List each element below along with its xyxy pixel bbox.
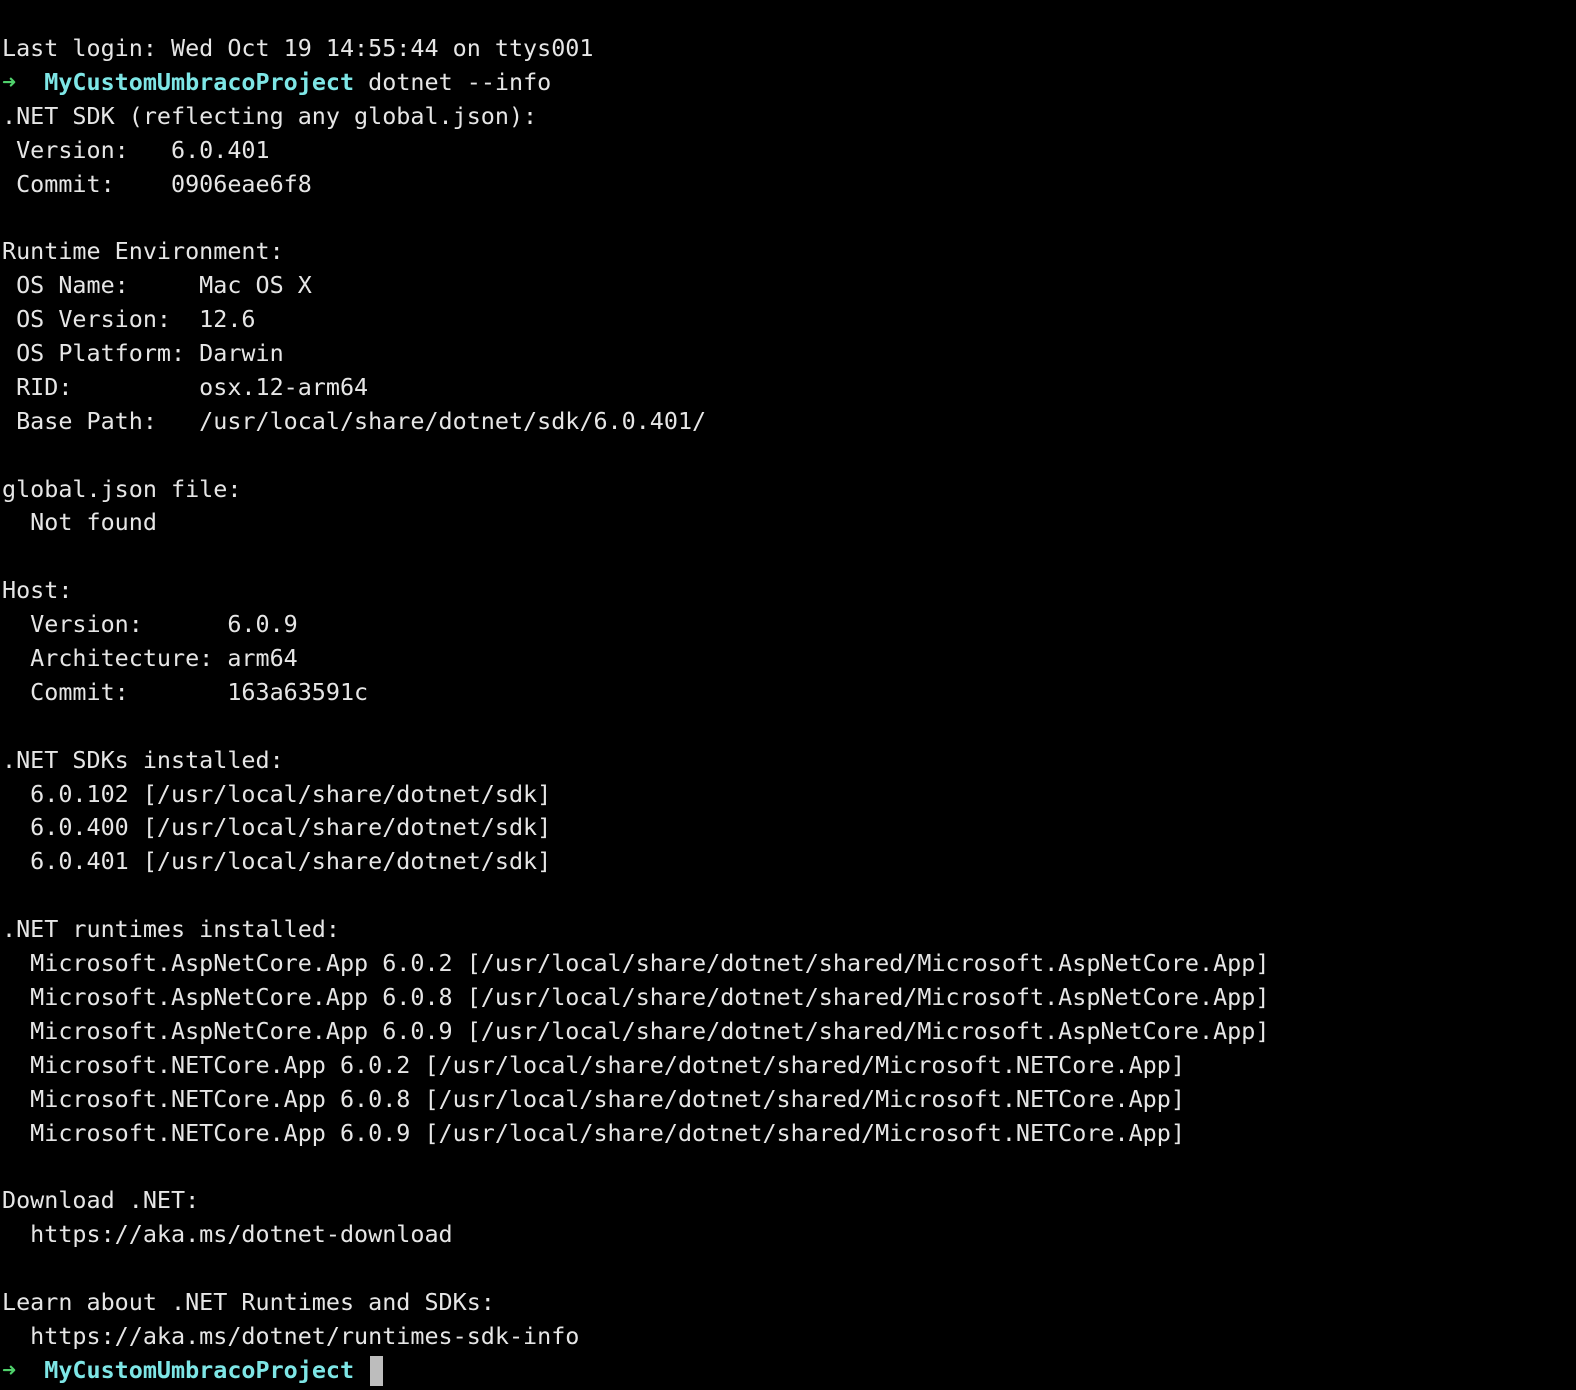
- runtime-env-header: Runtime Environment:: [2, 237, 284, 266]
- host-version: Version: 6.0.9: [2, 610, 298, 639]
- prompt-line: ➜ MyCustomUmbracoProject dotnet --info: [2, 66, 1576, 100]
- base-path: Base Path: /usr/local/share/dotnet/sdk/6…: [2, 406, 707, 435]
- runtime-entry: Microsoft.AspNetCore.App 6.0.2 [/usr/loc…: [2, 949, 1270, 978]
- runtime-entry: Microsoft.NETCore.App 6.0.2 [/usr/local/…: [2, 1050, 1185, 1079]
- host-architecture: Architecture: arm64: [2, 644, 298, 673]
- last-login-line: Last login: Wed Oct 19 14:55:44 on ttys0…: [2, 34, 594, 62]
- sdk-entry: 6.0.401 [/usr/local/share/dotnet/sdk]: [2, 847, 552, 876]
- active-prompt-line[interactable]: ➜ MyCustomUmbracoProject: [2, 1354, 1576, 1388]
- sdk-entry: 6.0.102 [/usr/local/share/dotnet/sdk]: [2, 779, 552, 808]
- prompt-directory: MyCustomUmbracoProject: [44, 1355, 355, 1384]
- learn-url: https://aka.ms/dotnet/runtimes-sdk-info: [2, 1321, 580, 1350]
- text-cursor[interactable]: [370, 1356, 384, 1387]
- learn-header: Learn about .NET Runtimes and SDKs:: [2, 1287, 495, 1316]
- sdk-header: .NET SDK (reflecting any global.json):: [2, 101, 538, 130]
- prompt-arrow-icon: ➜: [2, 1355, 17, 1384]
- host-header: Host:: [2, 576, 73, 605]
- prompt-command: dotnet --info: [368, 67, 552, 96]
- global-json-value: Not found: [2, 508, 157, 537]
- terminal-window[interactable]: Last login: Wed Oct 19 14:55:44 on ttys0…: [0, 0, 1576, 1390]
- runtime-entry: Microsoft.AspNetCore.App 6.0.9 [/usr/loc…: [2, 1016, 1270, 1045]
- runtime-entry: Microsoft.AspNetCore.App 6.0.8 [/usr/loc…: [2, 982, 1270, 1011]
- os-version: OS Version: 12.6: [2, 305, 256, 334]
- runtimes-header: .NET runtimes installed:: [2, 915, 340, 944]
- host-commit: Commit: 163a63591c: [2, 677, 369, 706]
- download-header: Download .NET:: [2, 1186, 200, 1215]
- prompt-arrow-icon: ➜: [2, 67, 17, 96]
- rid: RID: osx.12-arm64: [2, 372, 369, 401]
- download-url: https://aka.ms/dotnet-download: [2, 1220, 453, 1249]
- runtime-entry: Microsoft.NETCore.App 6.0.9 [/usr/local/…: [2, 1118, 1185, 1147]
- os-platform: OS Platform: Darwin: [2, 339, 284, 368]
- global-json-header: global.json file:: [2, 474, 242, 503]
- sdks-header: .NET SDKs installed:: [2, 745, 284, 774]
- sdk-version: Version: 6.0.401: [2, 135, 270, 164]
- os-name: OS Name: Mac OS X: [2, 271, 312, 300]
- sdk-entry: 6.0.400 [/usr/local/share/dotnet/sdk]: [2, 813, 552, 842]
- sdk-commit: Commit: 0906eae6f8: [2, 169, 312, 198]
- prompt-directory: MyCustomUmbracoProject: [44, 67, 355, 96]
- runtime-entry: Microsoft.NETCore.App 6.0.8 [/usr/local/…: [2, 1084, 1185, 1113]
